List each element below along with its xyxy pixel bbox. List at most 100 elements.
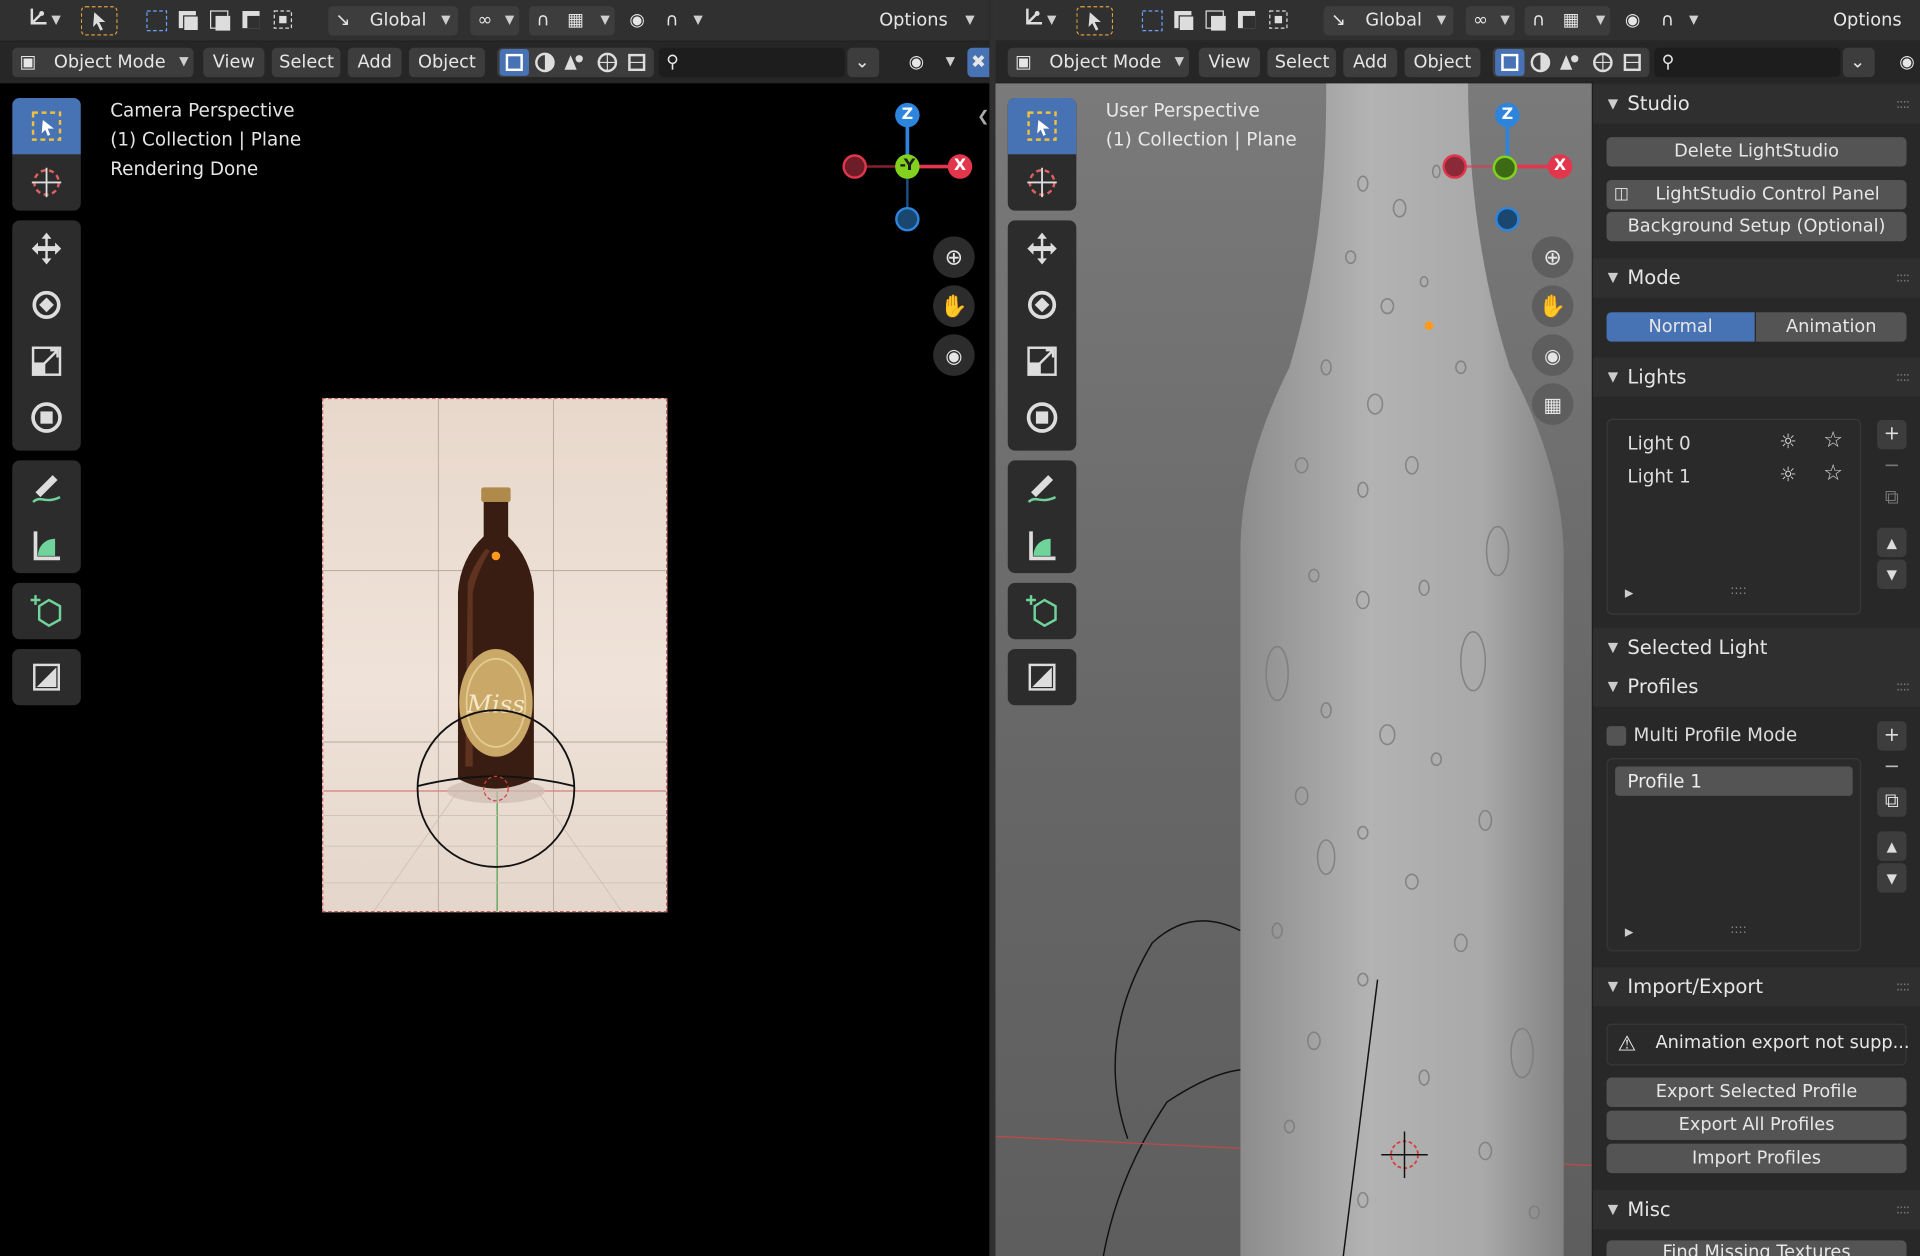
annotate-tool[interactable]	[12, 460, 81, 516]
add-profile-button[interactable]: +	[1877, 721, 1907, 751]
select-menu[interactable]: Select	[1267, 47, 1336, 78]
expand-arrow-icon[interactable]: ▶	[1625, 927, 1633, 939]
background-setup-button[interactable]: Background Setup (Optional)	[1606, 211, 1907, 242]
filter-icons-group[interactable]	[1492, 47, 1650, 78]
light-1-item[interactable]: Light 1	[1627, 465, 1690, 487]
gizmo-x-axis[interactable]: X	[947, 154, 973, 179]
transform-tool[interactable]	[12, 389, 81, 445]
multi-profile-checkbox[interactable]	[1606, 726, 1627, 746]
selected-light-panel-header[interactable]: ▼ Selected Light	[1593, 628, 1920, 668]
rotate-tool[interactable]	[1008, 277, 1077, 333]
cursor-tool[interactable]	[1008, 154, 1077, 210]
gizmo-x-axis[interactable]: X	[1547, 154, 1573, 179]
visibility-dropdown[interactable]: ◉	[1897, 48, 1920, 77]
import-export-panel-header[interactable]: ▼ Import/Export::::	[1593, 967, 1920, 1007]
search-field[interactable]: ⚲	[658, 47, 845, 78]
filter-dropdown[interactable]: ⌄	[847, 47, 880, 78]
visibility-dropdown[interactable]: ◉ ▼	[901, 48, 960, 77]
options-dropdown[interactable]: Options ▼	[872, 6, 980, 35]
select-menu[interactable]: Select	[271, 47, 341, 78]
render-region-tool[interactable]	[1008, 649, 1077, 705]
gizmo-z-axis[interactable]: Z	[895, 102, 920, 128]
delete-lightstudio-button[interactable]: Delete LightStudio	[1606, 137, 1907, 167]
gizmo-neg-y-axis[interactable]: -Y	[895, 154, 920, 179]
scale-tool[interactable]	[1008, 333, 1077, 389]
snap-group[interactable]: ∩ ▦ ▼	[528, 6, 615, 36]
object-mode-dropdown[interactable]: ▣ Object Mode ▼	[12, 47, 194, 78]
cursor-tool[interactable]	[12, 154, 81, 210]
transform-tool[interactable]	[1008, 389, 1077, 445]
studio-panel-header[interactable]: ▼ Studio::::	[1593, 84, 1920, 124]
measure-tool[interactable]	[1008, 517, 1077, 573]
copy-profile-button[interactable]: ⧉	[1877, 787, 1907, 817]
mode-animation-button[interactable]: Animation	[1755, 312, 1907, 342]
add-menu[interactable]: Add	[347, 47, 402, 78]
render-region-tool[interactable]	[12, 649, 81, 705]
drag-handle-icon[interactable]: ::::	[1896, 667, 1910, 706]
profiles-list[interactable]: Profile 1 ▶ ::::	[1606, 757, 1862, 952]
mode-normal-button[interactable]: Normal	[1606, 312, 1755, 342]
view-menu[interactable]: View	[203, 47, 265, 78]
perspective-toggle-button[interactable]: ▦	[1531, 383, 1574, 425]
filter-icons-group[interactable]	[497, 47, 654, 78]
gizmo-z-axis[interactable]: Z	[1495, 102, 1520, 128]
export-all-profiles-button[interactable]: Export All Profiles	[1606, 1110, 1907, 1141]
search-field[interactable]: ⚲	[1654, 47, 1841, 78]
move-light-down-button[interactable]: ▼	[1877, 559, 1907, 589]
measure-tool[interactable]	[12, 517, 81, 573]
pan-button[interactable]: ✋	[1531, 285, 1574, 327]
scale-tool[interactable]	[12, 333, 81, 389]
transform-orientation-dropdown[interactable]: ↘ Global ▼	[328, 6, 458, 36]
drag-handle-icon[interactable]: ::::	[1896, 358, 1910, 397]
copy-light-button[interactable]: ⧉	[1877, 484, 1906, 513]
editor-type-button[interactable]: ▼	[1013, 6, 1060, 35]
bulb-icon[interactable]: ☼	[1779, 430, 1797, 453]
expand-arrow-icon[interactable]: ▶	[1625, 588, 1633, 600]
camera-view-button[interactable]: ◉	[933, 334, 975, 376]
object-menu[interactable]: Object	[1404, 47, 1481, 78]
select-mode-group[interactable]	[142, 6, 301, 35]
view-menu[interactable]: View	[1198, 47, 1261, 78]
proportional-edit-group[interactable]: ◉ ∩ ▼	[1618, 6, 1704, 35]
add-cube-tool[interactable]	[12, 583, 81, 639]
object-menu[interactable]: Object	[408, 47, 485, 78]
select-mode-group[interactable]	[1138, 6, 1297, 35]
drag-handle-icon[interactable]: ::::	[1896, 258, 1910, 297]
resize-grip-icon[interactable]: ::::	[1730, 923, 1747, 936]
bulb-icon[interactable]: ☼	[1779, 463, 1797, 486]
lights-list[interactable]: Light 0 Light 1 ☼ ☆ ☼ ☆ ▶ ::::	[1606, 418, 1862, 615]
annotate-tool[interactable]	[1008, 460, 1077, 516]
select-tool-button[interactable]	[80, 6, 118, 36]
move-profile-down-button[interactable]: ▼	[1877, 863, 1907, 893]
select-tool-button[interactable]	[1076, 6, 1114, 36]
pivot-dropdown[interactable]: ∞ ▼	[470, 6, 520, 36]
add-menu[interactable]: Add	[1343, 47, 1398, 78]
options-dropdown[interactable]: Options	[1826, 6, 1919, 35]
control-panel-button[interactable]: ◫ LightStudio Control Panel	[1606, 180, 1907, 210]
gizmo-toggle[interactable]: ✖	[967, 47, 990, 78]
resize-grip-icon[interactable]: ::::	[1730, 584, 1747, 597]
select-box-tool[interactable]	[12, 97, 81, 155]
transform-orientation-dropdown[interactable]: ↘ Global ▼	[1323, 6, 1454, 36]
add-cube-tool[interactable]	[1008, 583, 1077, 639]
pan-button[interactable]: ✋	[933, 285, 975, 327]
move-light-up-button[interactable]: ▲	[1877, 527, 1907, 558]
snap-group[interactable]: ∩ ▦ ▼	[1524, 6, 1611, 36]
move-profile-up-button[interactable]: ▲	[1877, 831, 1907, 861]
light-0-item[interactable]: Light 0	[1627, 432, 1690, 454]
filter-dropdown[interactable]: ⌄	[1842, 47, 1875, 78]
add-light-button[interactable]: +	[1877, 420, 1907, 450]
profiles-panel-header[interactable]: ▼ Profiles::::	[1593, 667, 1920, 707]
zoom-button[interactable]: ⊕	[933, 236, 975, 278]
find-missing-textures-button[interactable]: Find Missing Textures	[1606, 1240, 1907, 1256]
remove-light-button[interactable]: −	[1877, 452, 1906, 481]
move-tool[interactable]	[1008, 220, 1077, 276]
rotate-tool[interactable]	[12, 277, 81, 333]
editor-type-button[interactable]: ▼	[17, 6, 64, 35]
mode-panel-header[interactable]: ▼ Mode::::	[1593, 258, 1920, 298]
proportional-edit-group[interactable]: ◉ ∩ ▼	[622, 6, 708, 35]
misc-panel-header[interactable]: ▼ Misc::::	[1593, 1190, 1920, 1230]
drag-handle-icon[interactable]: ::::	[1896, 84, 1910, 123]
export-selected-profile-button[interactable]: Export Selected Profile	[1606, 1077, 1907, 1107]
zoom-button[interactable]: ⊕	[1531, 236, 1574, 278]
